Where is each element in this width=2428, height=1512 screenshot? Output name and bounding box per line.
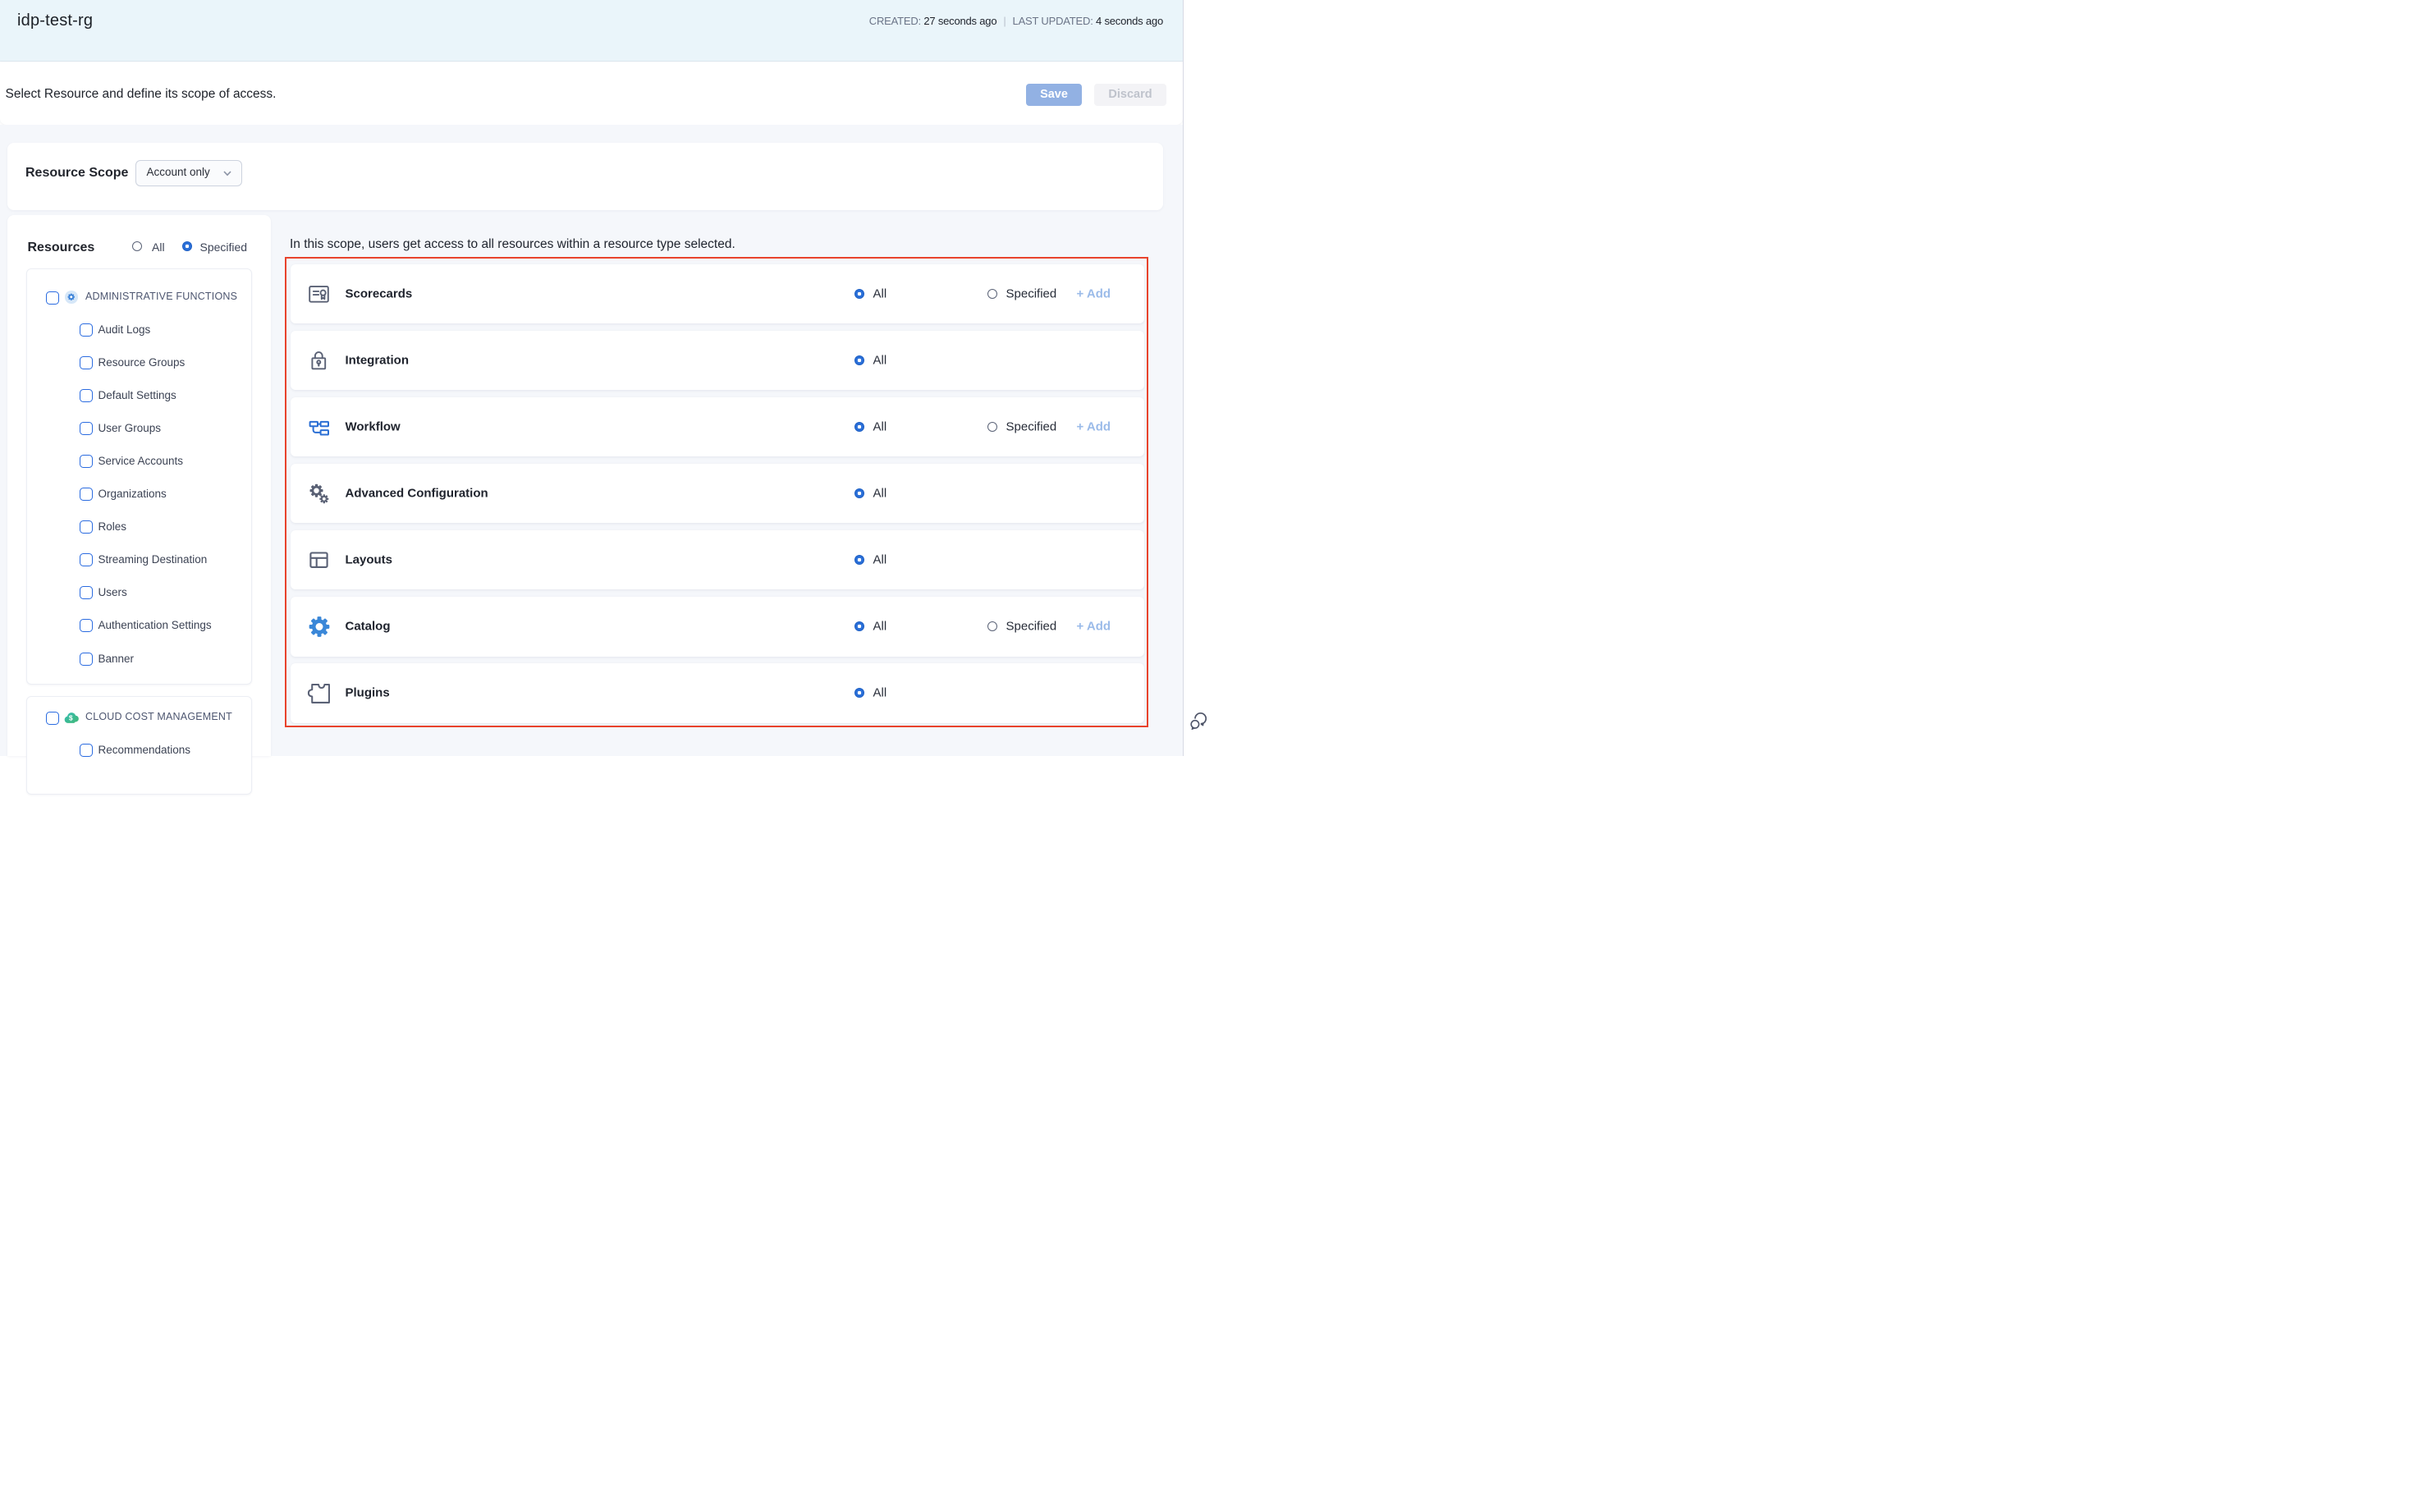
- svg-text:$: $: [69, 714, 73, 722]
